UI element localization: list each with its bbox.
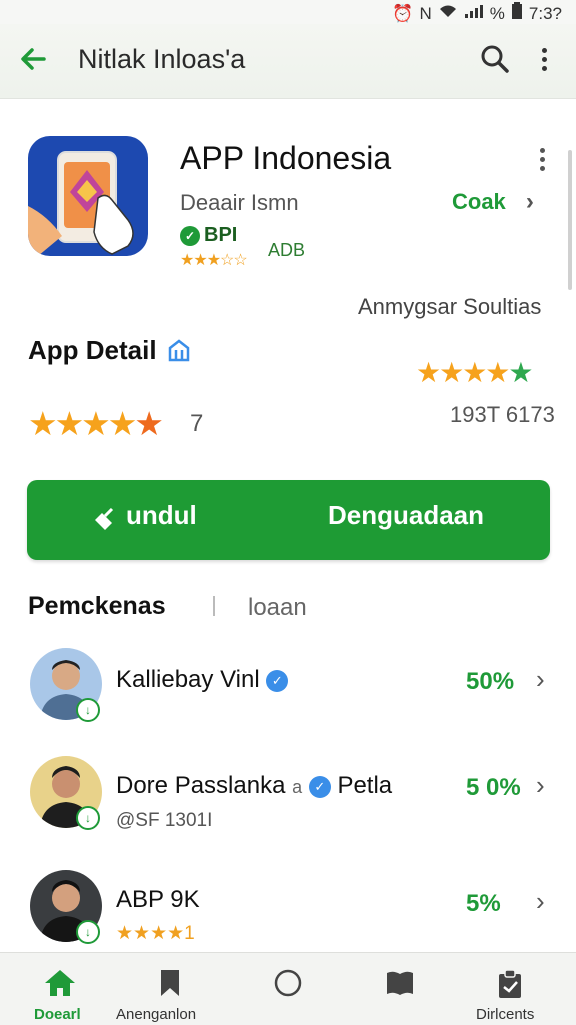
status-badge-icon: ↓ bbox=[76, 698, 100, 722]
bookmark-icon bbox=[161, 970, 179, 996]
company-name: Anmygsar Soultias bbox=[358, 294, 542, 319]
chevron-right-icon: › bbox=[536, 664, 545, 694]
update-button[interactable]: Denguadaan bbox=[328, 500, 484, 531]
verified-icon: ✓ bbox=[308, 775, 331, 798]
info-icon[interactable] bbox=[166, 338, 192, 364]
list-item-name: ABP 9K bbox=[116, 886, 200, 913]
list-item-value: 5 0% bbox=[466, 774, 521, 801]
search-icon bbox=[481, 45, 509, 73]
more-button[interactable] bbox=[532, 44, 558, 78]
list-item[interactable]: ↓ Dore Passlanka a ✓ Petla @SF 1301I 5 0… bbox=[28, 752, 558, 832]
app-more-button[interactable] bbox=[530, 146, 556, 176]
app-name: APP Indonesia bbox=[180, 140, 392, 176]
rating-count: 193T 6173 bbox=[450, 402, 555, 427]
verified-icon: ✓ bbox=[266, 669, 289, 692]
nav-item-bookmarks[interactable] bbox=[122, 968, 218, 1003]
list-item-name: Kalliebay Vinl ✓ bbox=[116, 666, 289, 694]
nav-item-documents[interactable] bbox=[462, 968, 558, 1005]
nav-label-documents[interactable]: Dirlcents bbox=[476, 1006, 534, 1023]
nav-label-bookmarks[interactable]: Anenganlon bbox=[116, 1006, 196, 1023]
page-title: Nitlak Inloas'a bbox=[78, 44, 246, 74]
big-stars-suffix: 7 bbox=[190, 410, 204, 437]
chevron-right-icon: › bbox=[536, 770, 545, 800]
tab-active[interactable]: Pemckenas bbox=[28, 592, 166, 621]
section-title: App Detail bbox=[28, 335, 157, 365]
phone-touch-icon bbox=[28, 151, 134, 256]
status-bar: ⏰ N % 7:3? bbox=[0, 0, 576, 24]
developer-name: Deaair Ismn bbox=[180, 190, 299, 215]
small-rating-stars: ★★★☆☆ bbox=[180, 252, 248, 269]
back-button[interactable] bbox=[18, 44, 56, 78]
nav-item-library[interactable] bbox=[352, 968, 448, 1003]
open-link[interactable]: Coak › bbox=[452, 188, 534, 216]
list-item[interactable]: ↓ ABP 9K ★★★★1 5% › bbox=[28, 866, 558, 946]
status-badge-icon: ↓ bbox=[76, 920, 100, 944]
nfc-icon: N bbox=[419, 3, 432, 23]
list-item-name: Dore Passlanka a ✓ Petla bbox=[116, 772, 393, 799]
status-time: 7:3? bbox=[528, 3, 562, 23]
clipboard-icon bbox=[499, 969, 521, 998]
tab-inactive[interactable]: loaan bbox=[248, 594, 307, 622]
nav-item-home[interactable] bbox=[12, 968, 108, 1003]
list-item-subtitle: @SF 1301I bbox=[116, 810, 213, 831]
open-link-label: Coak bbox=[452, 189, 506, 214]
badge-label: BPI bbox=[204, 224, 238, 246]
nav-label-home[interactable]: Doearl bbox=[34, 1006, 81, 1023]
list-item-rating: ★★★★1 bbox=[116, 923, 195, 944]
nav-item-circle[interactable] bbox=[240, 968, 336, 1003]
app-icon bbox=[28, 136, 148, 256]
list-item-value: 5% bbox=[466, 890, 501, 917]
check-badge-icon: ✓ bbox=[180, 225, 200, 246]
app-bar: Nitlak Inloas'a bbox=[0, 24, 576, 99]
install-button[interactable]: undul bbox=[94, 500, 197, 531]
signal-icon bbox=[464, 3, 484, 24]
tab-divider bbox=[213, 596, 215, 616]
adb-label: ADB bbox=[268, 240, 306, 260]
circle-icon bbox=[274, 969, 302, 997]
status-badge-icon: ↓ bbox=[76, 806, 100, 830]
alarm-icon: ⏰ bbox=[392, 3, 414, 23]
arrow-left-icon bbox=[21, 48, 46, 70]
scrollbar[interactable] bbox=[568, 150, 572, 290]
status-icons: ⏰ N % 7:3? bbox=[392, 2, 562, 25]
signal-text: % bbox=[489, 3, 505, 23]
list-item-value: 50% bbox=[466, 668, 515, 695]
search-button[interactable] bbox=[480, 44, 512, 76]
rating-stars: ★★★★★ bbox=[416, 357, 534, 388]
wifi-icon bbox=[438, 3, 458, 24]
list-item[interactable]: ↓ Kalliebay Vinl ✓ 50% › bbox=[28, 646, 558, 724]
chevron-right-icon: › bbox=[525, 188, 534, 215]
app-badge: ✓ BPI bbox=[180, 224, 237, 247]
chevron-right-icon: › bbox=[536, 886, 545, 916]
battery-icon bbox=[511, 2, 523, 25]
big-rating-stars: ★★★★★ bbox=[28, 405, 164, 442]
book-icon bbox=[387, 971, 413, 995]
home-icon bbox=[45, 970, 75, 996]
